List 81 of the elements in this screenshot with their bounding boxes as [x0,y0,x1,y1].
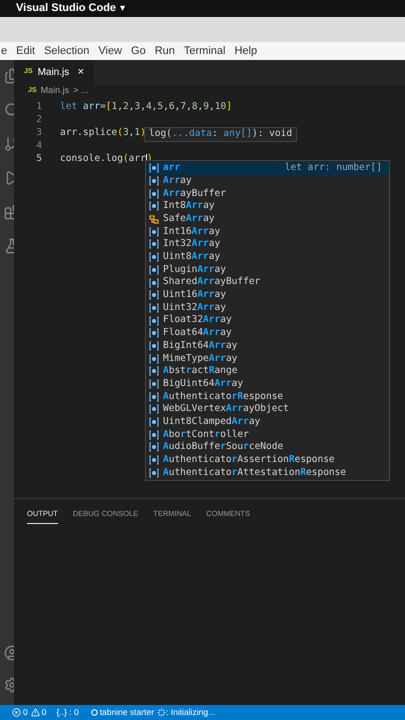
variable-icon [149,226,159,237]
breadcrumb-item[interactable]: Main.js [40,84,70,98]
suggestion-item[interactable]: Uint32Array [146,302,389,314]
suggestion-item[interactable]: BigUint64Array [146,378,389,390]
variable-icon [149,176,159,186]
variable-icon [149,290,159,300]
error-count[interactable]: 0 [23,706,28,719]
suggestion-item[interactable]: MimeTypeArray [146,352,389,365]
suggestion-item[interactable]: PluginArray [146,264,389,276]
tabnine-status[interactable]: tabnine starter [100,706,154,719]
bracket-status[interactable]: {..} : 0 [56,706,79,719]
suggestion-item[interactable]: Abo rtCont roller [146,428,389,442]
variable-icon [149,188,159,199]
variable-icon [149,468,159,478]
variable-icon [149,340,159,351]
line-number: 3 [35,126,43,140]
error-icon [12,708,21,717]
line-number: 5 [35,152,43,166]
caret-icon[interactable]: ▾ [120,1,126,16]
menu-item[interactable]: Terminal [184,42,226,60]
suggestion-item[interactable]: Array [146,174,389,188]
suggestion-item[interactable]: ArrayBuffer [146,187,389,200]
breadcrumb-item[interactable]: > ... [73,84,88,98]
suggestion-item[interactable]: Authenticato rAttestationResponse [146,466,389,480]
variable-icon [149,201,159,212]
menu-item[interactable]: Go [131,42,146,60]
variable-icon [149,404,159,414]
suggestion-item[interactable]: Authenticato rResponse [146,390,389,404]
suggestion-item[interactable]: SharedArrayBuffer [146,276,389,289]
suggestion-item[interactable]: arr let arr: number[] [146,162,389,175]
menu-item[interactable]: View [98,42,122,60]
code-line: let arr=[1,2,3,4,5,6,7,8,9,10] [60,100,232,114]
suggestion-item[interactable]: Float64Array [146,326,389,340]
variable-icon [149,163,159,174]
suggestion-item[interactable]: Uint8Array [146,250,389,264]
line-number: 2 [35,113,43,128]
menu-item[interactable]: Help [234,42,258,60]
progress-status: : Initializing... [166,706,216,719]
warning-count[interactable]: 0 [42,706,46,719]
warning-icon [30,708,40,717]
suggestion-item[interactable]: AudioBufferSou rceNode [146,441,389,454]
class-icon [149,214,159,224]
variable-icon [149,417,159,428]
variable-icon [149,239,159,250]
suggestion-item[interactable]: Float32Array [146,314,389,327]
menu-item[interactable]: Edit [16,42,36,60]
suggestion-item[interactable]: Authenticato rAssertionResponse [146,454,389,466]
variable-icon [149,366,159,376]
suggestion-item[interactable]: SafeArray [146,212,389,226]
menu-item[interactable]: Run [154,42,175,60]
suggestion-item[interactable]: Uint8ClampedArray [146,416,389,428]
suggestion-item[interactable]: BigInt64Array [146,340,389,352]
variable-icon [149,442,159,452]
suggestion-detail: let arr: number[] [284,161,383,176]
menu-item[interactable]: e [1,42,8,60]
close-button[interactable]: × [78,64,84,81]
parameter-hint: log(...data: any[]): void [144,127,298,142]
suggestion-item[interactable]: Int8Array [146,200,389,213]
variable-icon [149,455,159,466]
suggestion-item[interactable]: Int16Array [146,225,389,238]
line-number: 4 [35,139,43,154]
variable-icon [149,354,159,364]
suggestion-item[interactable]: Uint16Array [146,288,389,302]
circle-icon [90,709,98,716]
variable-icon [149,252,159,262]
variable-icon [149,379,159,390]
variable-icon [149,316,159,326]
suggestion-item[interactable]: Abst ractRange [146,365,389,378]
variable-icon [149,392,159,402]
suggestion-item[interactable]: WebGLVertexArrayObject [146,403,389,416]
variable-icon [149,328,159,338]
code-line: arr.splice(3,1) [60,126,146,140]
menu-item[interactable]: Selection [44,42,90,60]
variable-icon [149,430,159,440]
variable-icon [149,264,159,275]
line-number: 1 [35,100,43,114]
suggestion-item[interactable]: Int32Array [146,238,389,251]
variable-icon [149,302,159,313]
variable-icon [149,278,159,288]
window-title: Visual Studio Code [16,1,116,16]
spinner-icon [157,708,166,717]
